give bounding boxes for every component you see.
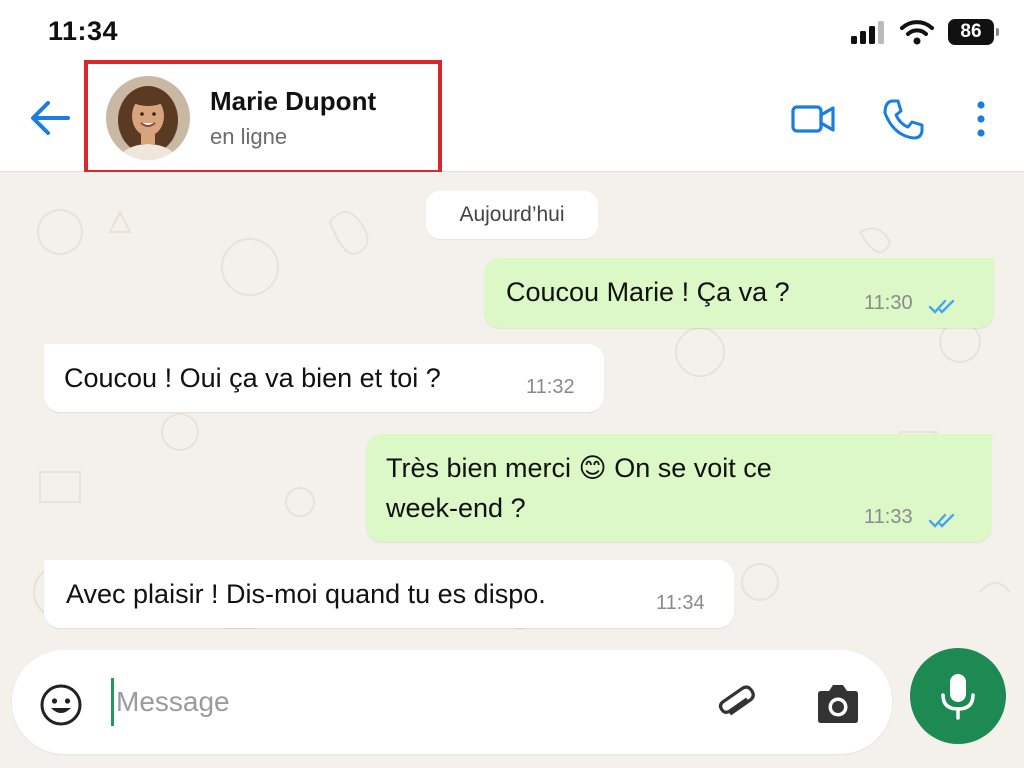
message-time: 11:30 xyxy=(864,292,913,314)
contact-name[interactable]: Marie Dupont xyxy=(210,86,376,117)
message-incoming[interactable]: Coucou ! Oui ça va bien et toi ? 11:32 xyxy=(44,344,604,412)
message-outgoing[interactable]: Très bien merci 😊 On se voit ce week-end… xyxy=(366,434,992,542)
more-vertical-icon[interactable] xyxy=(958,96,1004,142)
text-caret xyxy=(111,678,114,726)
phone-icon[interactable] xyxy=(880,96,926,142)
avatar[interactable] xyxy=(106,76,190,160)
voice-message-button[interactable] xyxy=(910,648,1006,744)
signal-icon xyxy=(851,21,884,44)
camera-icon[interactable] xyxy=(814,682,862,726)
message-incoming[interactable]: Avec plaisir ! Dis-moi quand tu es dispo… xyxy=(44,560,734,628)
message-input[interactable] xyxy=(116,676,676,728)
paperclip-icon[interactable] xyxy=(712,680,760,728)
microphone-icon xyxy=(941,674,975,720)
read-receipt-icon xyxy=(928,513,955,528)
message-outgoing[interactable]: Coucou Marie ! Ça va ? 11:30 xyxy=(484,258,994,328)
contact-info[interactable]: Marie Dupont en ligne xyxy=(84,60,442,174)
video-call-icon[interactable] xyxy=(790,96,836,142)
composer-bar xyxy=(0,642,1024,768)
contact-status: en ligne xyxy=(210,124,288,149)
avatar-image xyxy=(106,76,190,160)
message-text: Coucou ! Oui ça va bien et toi ? xyxy=(64,363,441,393)
back-arrow-icon[interactable] xyxy=(28,96,72,140)
message-time: 11:34 xyxy=(656,592,705,614)
status-time: 11:34 xyxy=(48,16,119,46)
message-text-line-2: week-end ? xyxy=(386,493,526,523)
smiley-icon[interactable] xyxy=(38,682,84,728)
message-text-line-1: Très bien merci 😊 On se voit ce xyxy=(386,453,772,483)
chat-header: Marie Dupont en ligne xyxy=(0,60,1024,174)
wifi-icon xyxy=(900,20,934,45)
battery-level: 86 xyxy=(960,21,982,42)
date-separator: Aujourd’hui xyxy=(426,191,598,239)
message-time: 11:32 xyxy=(526,376,575,398)
message-field[interactable] xyxy=(12,650,892,754)
message-time: 11:33 xyxy=(864,506,913,528)
battery-indicator: 86 xyxy=(948,19,999,45)
status-icons: 86 xyxy=(850,18,999,46)
status-bar: 11:34 86 xyxy=(0,0,1024,62)
message-list[interactable]: Aujourd’hui Coucou Marie ! Ça va ? 11:30… xyxy=(0,172,1024,642)
message-text: Coucou Marie ! Ça va ? xyxy=(506,277,790,307)
read-receipt-icon xyxy=(928,299,955,314)
message-text: Avec plaisir ! Dis-moi quand tu es dispo… xyxy=(66,579,546,609)
